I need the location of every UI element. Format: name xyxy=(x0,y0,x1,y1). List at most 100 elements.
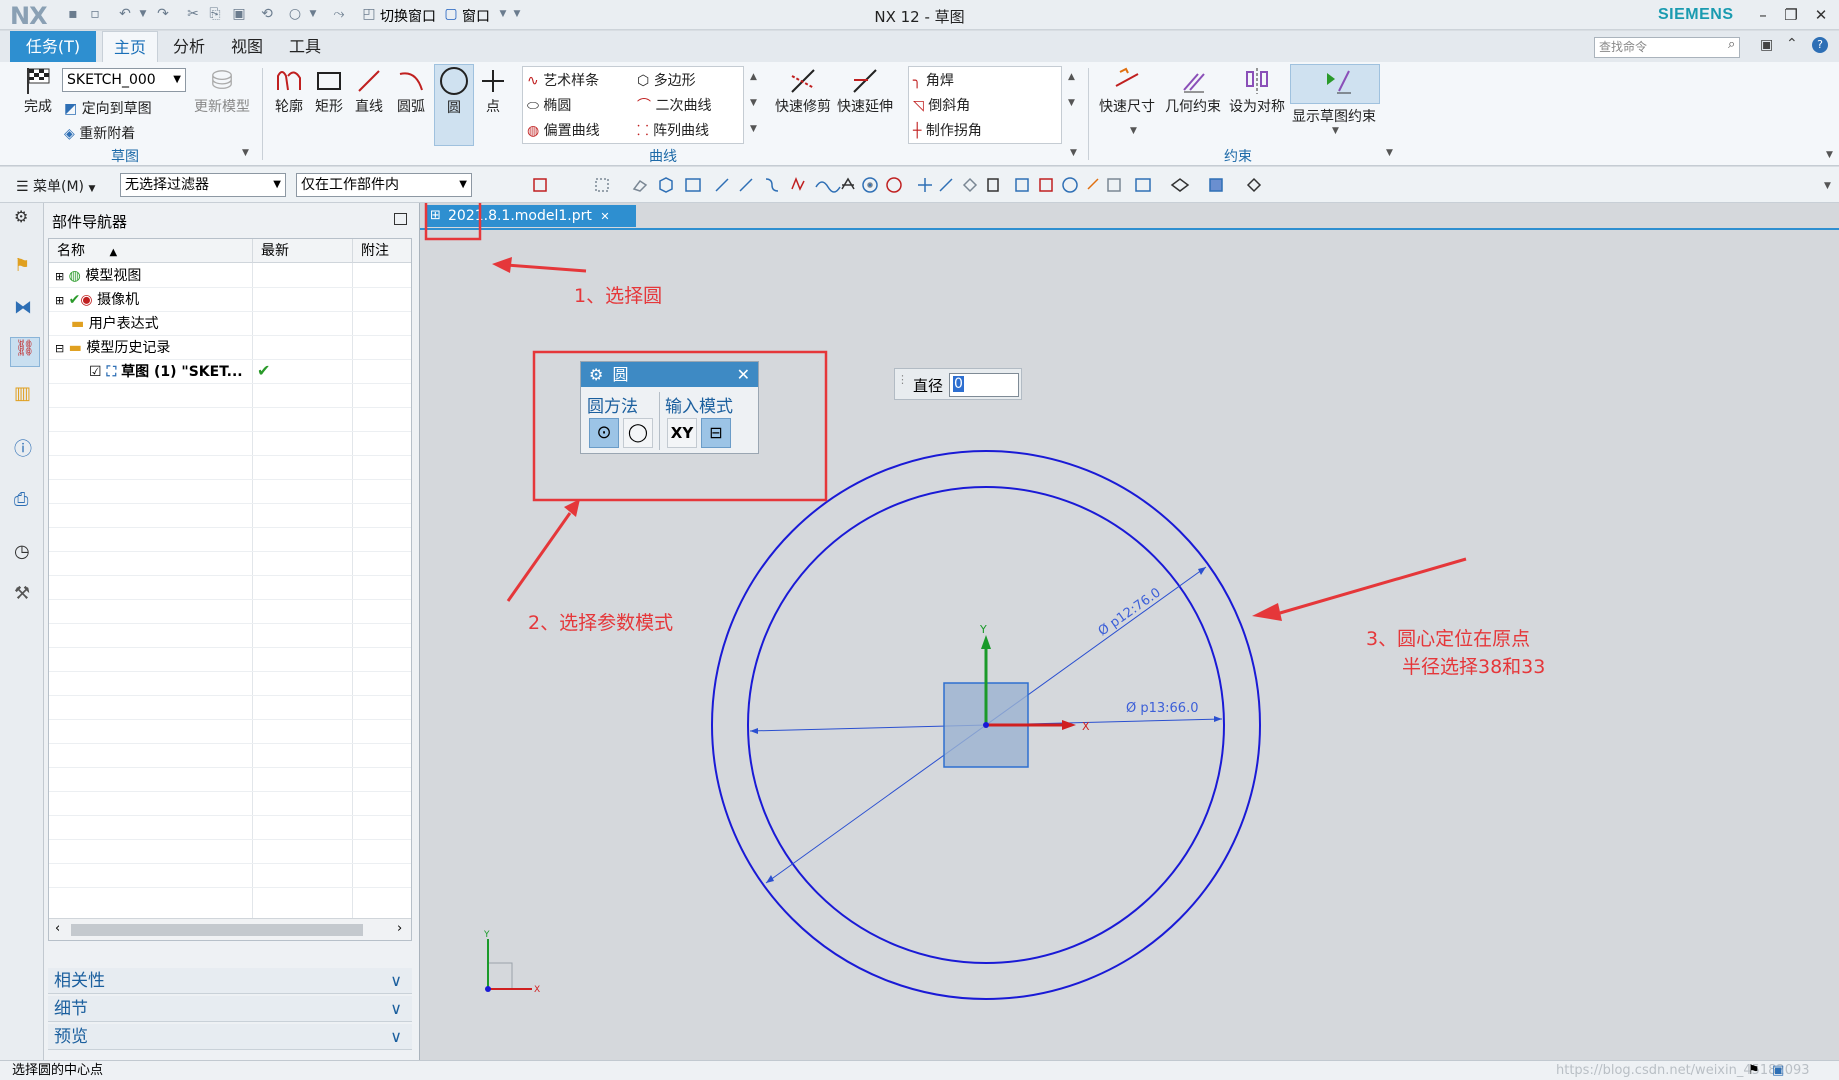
origin-point[interactable] xyxy=(983,722,989,728)
collapse-ribbon-icon[interactable]: ⌃ xyxy=(1786,36,1798,52)
gallery-more-icon[interactable]: ▼ xyxy=(750,124,757,134)
conic-button[interactable]: ⌒ 二次曲线 xyxy=(637,95,711,115)
tree-item-sketch[interactable]: ☑ ⛶ 草图 (1) "SKET... xyxy=(89,361,243,381)
corner-gallery-up-icon[interactable]: ▲ xyxy=(1068,72,1075,82)
show-constraints-label[interactable]: 显示草图约束 xyxy=(1292,106,1376,126)
scroll-left-icon[interactable]: ‹ xyxy=(55,921,60,936)
offset-curve-button[interactable]: ◍ 偏置曲线 xyxy=(527,120,600,140)
close-icon[interactable]: ✕ xyxy=(737,362,750,387)
ellipse-button[interactable]: ⬭ 椭圆 xyxy=(527,95,571,115)
repeat-command-icon[interactable]: ⟲ xyxy=(258,5,276,23)
switch-window-icon[interactable]: ◰ xyxy=(360,5,378,23)
reattach-button[interactable]: ◈ 重新附着 xyxy=(64,123,135,143)
panel-dependencies[interactable]: 相关性 ∨ xyxy=(48,968,412,994)
tree-item-model-views[interactable]: ⊞ ◍ 模型视图 xyxy=(55,265,141,285)
fillet-button[interactable]: ╮ 角焊 xyxy=(913,70,954,90)
group-expand-icon[interactable]: ▼ xyxy=(242,148,249,158)
orient-to-sketch-button[interactable]: ◩ 定向到草图 xyxy=(64,98,152,118)
coordinate-mode-button[interactable]: XY xyxy=(667,418,697,448)
make-corner-button[interactable]: ┼ 制作拐角 xyxy=(913,120,982,140)
panel-details[interactable]: 细节 ∨ xyxy=(48,996,412,1022)
circle-button[interactable]: 圆 xyxy=(434,64,474,146)
diameter-field[interactable]: 0 xyxy=(949,373,1019,397)
undo-dropdown-icon[interactable]: ▼ xyxy=(134,5,152,23)
history-icon[interactable]: ⎙ xyxy=(14,489,36,511)
ribbon-options-dropdown-icon[interactable]: ▼ xyxy=(1826,150,1833,160)
customize-qa-icon[interactable]: ▼ xyxy=(508,5,526,23)
inner-diameter-label[interactable]: Ø p13:66.0 xyxy=(1126,701,1198,716)
close-icon[interactable]: ✕ xyxy=(1810,4,1832,26)
column-header-name[interactable]: 名称 ▲ xyxy=(49,239,253,263)
minimize-icon[interactable]: – xyxy=(1752,4,1774,26)
constraint-navigator-icon[interactable]: ⧓ xyxy=(14,297,36,319)
maximize-panel-icon[interactable] xyxy=(394,213,407,225)
rapid-dimension-button[interactable]: 快速尺寸 xyxy=(1096,66,1158,116)
gallery-down-icon[interactable]: ▼ xyxy=(750,98,757,108)
chamfer-button[interactable]: ◹ 倒斜角 xyxy=(913,95,970,115)
search-icon[interactable]: ⌕ xyxy=(1728,37,1735,52)
copy-icon[interactable]: ⎘ xyxy=(206,5,224,23)
window-icon[interactable]: ▢ xyxy=(442,5,460,23)
ribbon-options-icon[interactable]: ▣ xyxy=(1760,37,1773,53)
outer-diameter-label[interactable]: Ø p12:76.0 xyxy=(1096,585,1164,639)
geometric-constraints-button[interactable]: 几何约束 xyxy=(1160,66,1226,116)
switch-window-label[interactable]: 切换窗口 xyxy=(380,6,436,26)
drag-handle-icon[interactable]: ⋮ xyxy=(897,373,908,386)
tab-task[interactable]: 任务(T) xyxy=(10,31,96,62)
help-icon[interactable]: ? xyxy=(1812,37,1828,53)
selection-filter-select[interactable]: 无选择过滤器 ▼ xyxy=(120,173,286,197)
panel-preview[interactable]: 预览 ∨ xyxy=(48,1024,412,1050)
sketch-name-select[interactable]: SKETCH_000 ▼ xyxy=(62,68,186,92)
point-button[interactable]: 点 xyxy=(476,66,510,116)
restore-icon[interactable]: ❐ xyxy=(1780,4,1802,26)
quick-extend-button[interactable]: 快速延伸 xyxy=(836,66,894,116)
constraints-group-expand-icon[interactable]: ▼ xyxy=(1386,148,1393,158)
polygon-button[interactable]: ⬡ 多边形 xyxy=(637,70,696,90)
search-input[interactable]: 查找命令 xyxy=(1594,37,1740,58)
selection-scope-select[interactable]: 仅在工作部件内 ▼ xyxy=(296,173,472,197)
gallery-up-icon[interactable]: ▲ xyxy=(750,72,757,82)
tab-view[interactable]: 视图 xyxy=(222,31,272,62)
corner-gallery-down-icon[interactable]: ▼ xyxy=(1068,98,1075,108)
horizontal-scrollbar[interactable]: ‹ › xyxy=(49,918,411,940)
status-window-icon[interactable]: ▣ xyxy=(1772,1061,1784,1080)
tab-tools[interactable]: 工具 xyxy=(280,31,330,62)
tab-home[interactable]: 主页 xyxy=(102,31,158,62)
circle-icon[interactable]: ○ xyxy=(286,5,304,23)
reuse-library-icon[interactable]: ▥ xyxy=(14,383,36,405)
arc-button[interactable]: 圆弧 xyxy=(392,66,430,116)
rapid-dimension-dropdown-icon[interactable]: ▼ xyxy=(1130,126,1137,136)
tree-item-model-history[interactable]: ⊟ ▬ 模型历史记录 xyxy=(55,337,170,357)
tree-item-user-expressions[interactable]: ▬ 用户表达式 xyxy=(71,313,159,333)
parameter-mode-button[interactable]: ⊟ xyxy=(701,418,731,448)
update-model-button[interactable]: ⛁ 更新模型 xyxy=(190,66,254,116)
assembly-navigator-icon[interactable]: ⚑ xyxy=(14,255,36,277)
web-browser-icon[interactable]: ⓘ xyxy=(14,435,36,460)
pattern-curve-button[interactable]: ⸬ 阵列曲线 xyxy=(637,120,709,140)
roles-icon[interactable]: ⚒ xyxy=(14,583,36,605)
clock-icon[interactable]: ◷ xyxy=(14,541,36,563)
settings-gear-icon[interactable]: ⚙ xyxy=(589,365,603,384)
save-icon[interactable]: ▪ xyxy=(64,5,82,23)
cut-icon[interactable]: ✂ xyxy=(184,5,202,23)
line-button[interactable]: 直线 xyxy=(350,66,388,116)
three-point-method-button[interactable]: ◯ xyxy=(623,418,653,448)
make-symmetric-button[interactable]: 设为对称 xyxy=(1226,66,1288,116)
save-all-icon[interactable]: ▫ xyxy=(86,5,104,23)
snap-point-toolbar-icons[interactable] xyxy=(480,175,1300,195)
window-label[interactable]: 窗口 xyxy=(462,6,490,26)
paste-icon[interactable]: ▣ xyxy=(230,5,248,23)
toolbar-options-icon[interactable]: ▼ xyxy=(1824,181,1831,191)
rectangle-button[interactable]: 矩形 xyxy=(310,66,348,116)
tab-analysis[interactable]: 分析 xyxy=(164,31,214,62)
tree-item-cameras[interactable]: ⊞ ✔◉ 摄像机 xyxy=(55,289,139,309)
touch-mode-icon[interactable]: ⤳ xyxy=(330,5,348,23)
column-header-notes[interactable]: 附注 xyxy=(353,239,411,263)
resource-bar-settings-icon[interactable]: ⚙ xyxy=(14,207,28,226)
quick-trim-button[interactable]: 快速修剪 xyxy=(774,66,832,116)
show-constraints-icon-wrap[interactable] xyxy=(1290,64,1380,104)
dropdown-icon[interactable]: ▼ xyxy=(304,5,322,23)
column-header-latest[interactable]: 最新 xyxy=(253,239,353,263)
studio-spline-button[interactable]: ∿ 艺术样条 xyxy=(527,70,599,90)
menu-button[interactable]: ☰ 菜单(M) ▼ xyxy=(16,176,95,196)
